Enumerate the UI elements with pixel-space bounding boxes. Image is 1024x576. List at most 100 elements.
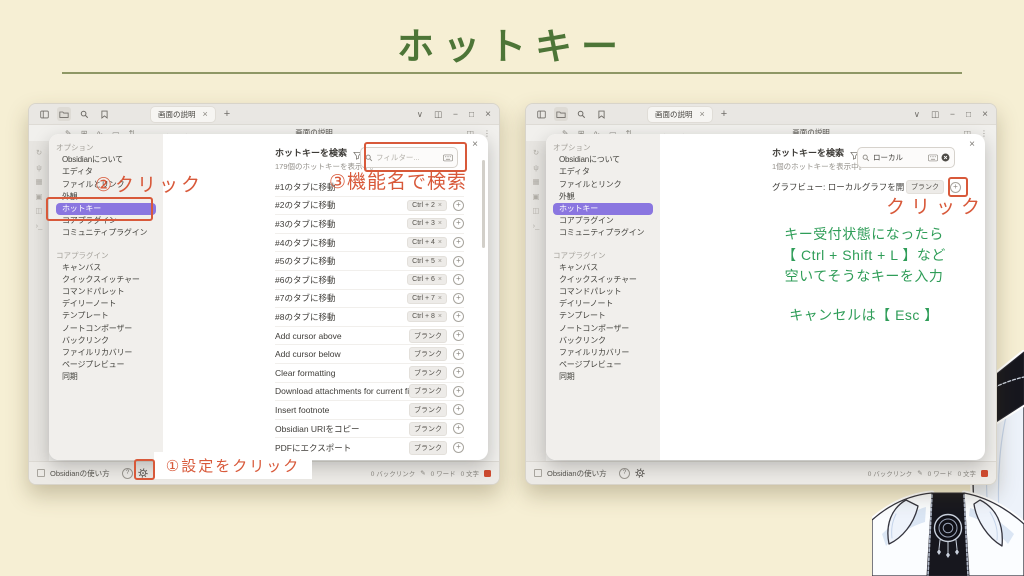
- settings-sidebar-item[interactable]: コミュニティプラグイン: [56, 227, 156, 239]
- hotkey-badge[interactable]: Ctrl + 2×: [407, 200, 447, 211]
- tab-list-icon[interactable]: ∨: [417, 109, 423, 120]
- terminal-icon[interactable]: ›_: [36, 222, 43, 230]
- remove-hotkey-icon[interactable]: ×: [438, 258, 442, 265]
- add-hotkey-icon[interactable]: +: [453, 367, 464, 378]
- hotkey-badge[interactable]: ブランク: [409, 403, 447, 417]
- settings-sidebar-item[interactable]: クイックスイッチャー: [56, 274, 156, 286]
- settings-sidebar-item[interactable]: 外観: [553, 191, 653, 203]
- status-alert-icon[interactable]: [981, 470, 988, 477]
- hotkey-badge[interactable]: Ctrl + 8×: [407, 311, 447, 322]
- vault-name[interactable]: Obsidianの使い方: [547, 468, 607, 479]
- window-close-button[interactable]: ×: [485, 109, 491, 120]
- graph-view-icon[interactable]: ψ: [36, 164, 41, 172]
- sync-icon[interactable]: ↻: [533, 149, 539, 157]
- settings-sidebar-item[interactable]: ページプレビュー: [56, 359, 156, 371]
- settings-sidebar-item[interactable]: ノートコンポーザー: [56, 323, 156, 335]
- settings-sidebar-item[interactable]: コミュニティプラグイン: [553, 227, 653, 239]
- hotkey-badge[interactable]: Ctrl + 5×: [407, 256, 447, 267]
- add-hotkey-icon[interactable]: +: [453, 293, 464, 304]
- tab-close-icon[interactable]: ×: [203, 110, 208, 119]
- scrollbar-thumb[interactable]: [482, 160, 485, 248]
- add-hotkey-icon[interactable]: +: [453, 200, 464, 211]
- search-icon[interactable]: [574, 107, 588, 121]
- remove-hotkey-icon[interactable]: ×: [438, 295, 442, 302]
- keyboard-icon[interactable]: [928, 154, 938, 162]
- template-icon[interactable]: ◫: [35, 207, 42, 215]
- modal-close-icon[interactable]: ×: [969, 139, 975, 150]
- settings-sidebar-item[interactable]: バックリンク: [56, 335, 156, 347]
- split-pane-icon[interactable]: ◫: [931, 109, 939, 120]
- hotkey-search-input[interactable]: ローカル: [857, 147, 955, 168]
- modal-close-icon[interactable]: ×: [472, 139, 478, 150]
- hotkey-badge[interactable]: ブランク: [409, 329, 447, 343]
- sidebar-toggle-icon[interactable]: [534, 107, 548, 121]
- add-hotkey-icon[interactable]: +: [453, 274, 464, 285]
- add-hotkey-icon[interactable]: +: [453, 218, 464, 229]
- status-backlinks[interactable]: 0 バックリンク: [371, 468, 415, 478]
- new-tab-button[interactable]: +: [224, 109, 230, 120]
- settings-sidebar-item[interactable]: ノートコンポーザー: [553, 323, 653, 335]
- terminal-icon[interactable]: ›_: [533, 222, 540, 230]
- minimize-button[interactable]: −: [950, 109, 955, 119]
- settings-sidebar-item[interactable]: テンプレート: [56, 310, 156, 322]
- settings-sidebar-item[interactable]: コアプラグイン: [553, 215, 653, 227]
- add-hotkey-icon[interactable]: +: [453, 330, 464, 341]
- canvas-icon[interactable]: ▦: [35, 178, 42, 186]
- hotkey-badge[interactable]: ブランク: [409, 422, 447, 436]
- help-icon[interactable]: ?: [619, 468, 630, 479]
- maximize-button[interactable]: □: [469, 109, 474, 119]
- window-close-button[interactable]: ×: [982, 109, 988, 120]
- settings-sidebar-item[interactable]: 同期: [56, 371, 156, 383]
- bookmark-icon[interactable]: [97, 107, 111, 121]
- settings-sidebar-item[interactable]: デイリーノート: [56, 298, 156, 310]
- settings-sidebar-item[interactable]: ファイルリカバリー: [553, 347, 653, 359]
- split-pane-icon[interactable]: ◫: [434, 109, 442, 120]
- vault-name[interactable]: Obsidianの使い方: [50, 468, 110, 479]
- folder-icon[interactable]: [57, 107, 71, 121]
- settings-sidebar-item[interactable]: キャンバス: [56, 262, 156, 274]
- remove-hotkey-icon[interactable]: ×: [438, 276, 442, 283]
- edit-mode-icon[interactable]: ✎: [917, 469, 922, 477]
- template-icon[interactable]: ◫: [532, 207, 539, 215]
- hotkey-badge[interactable]: ブランク: [409, 366, 447, 380]
- new-tab-button[interactable]: +: [721, 109, 727, 120]
- tab-list-icon[interactable]: ∨: [914, 109, 920, 120]
- add-hotkey-icon[interactable]: +: [453, 349, 464, 360]
- settings-sidebar-item[interactable]: ファイルリカバリー: [56, 347, 156, 359]
- status-backlinks[interactable]: 0 バックリンク: [868, 468, 912, 478]
- tab-close-icon[interactable]: ×: [700, 110, 705, 119]
- graph-view-icon[interactable]: ψ: [533, 164, 538, 172]
- remove-hotkey-icon[interactable]: ×: [438, 313, 442, 320]
- settings-sidebar-item[interactable]: キャンバス: [553, 262, 653, 274]
- settings-sidebar-item[interactable]: ファイルとリンク: [553, 179, 653, 191]
- edit-mode-icon[interactable]: ✎: [420, 469, 425, 477]
- clear-search-icon[interactable]: [941, 153, 950, 162]
- maximize-button[interactable]: □: [966, 109, 971, 119]
- search-icon[interactable]: [77, 107, 91, 121]
- hotkey-badge[interactable]: ブランク: [409, 384, 447, 398]
- settings-sidebar-item[interactable]: クイックスイッチャー: [553, 274, 653, 286]
- hotkey-badge[interactable]: Ctrl + 3×: [407, 218, 447, 229]
- canvas-icon[interactable]: ▦: [532, 178, 539, 186]
- hotkey-badge[interactable]: ブランク: [409, 441, 447, 455]
- settings-sidebar-item[interactable]: 同期: [553, 371, 653, 383]
- help-icon[interactable]: ?: [122, 468, 133, 479]
- settings-sidebar-item[interactable]: デイリーノート: [553, 298, 653, 310]
- folder-icon[interactable]: [554, 107, 568, 121]
- add-hotkey-icon[interactable]: +: [453, 311, 464, 322]
- daily-note-icon[interactable]: ▣: [532, 193, 539, 201]
- settings-sidebar-item[interactable]: テンプレート: [553, 310, 653, 322]
- add-hotkey-icon[interactable]: +: [453, 423, 464, 434]
- add-hotkey-icon[interactable]: +: [453, 442, 464, 453]
- hotkey-badge[interactable]: Ctrl + 4×: [407, 237, 447, 248]
- add-hotkey-icon[interactable]: +: [453, 256, 464, 267]
- remove-hotkey-icon[interactable]: ×: [438, 202, 442, 209]
- add-hotkey-icon[interactable]: +: [453, 404, 464, 415]
- hotkey-badge[interactable]: Ctrl + 6×: [407, 274, 447, 285]
- bookmark-icon[interactable]: [594, 107, 608, 121]
- settings-sidebar-item[interactable]: コマンドパレット: [553, 286, 653, 298]
- settings-sidebar-item[interactable]: コマンドパレット: [56, 286, 156, 298]
- settings-gear-icon[interactable]: [635, 468, 645, 478]
- settings-sidebar-item[interactable]: Obsidianについて: [553, 154, 653, 166]
- remove-hotkey-icon[interactable]: ×: [438, 239, 442, 246]
